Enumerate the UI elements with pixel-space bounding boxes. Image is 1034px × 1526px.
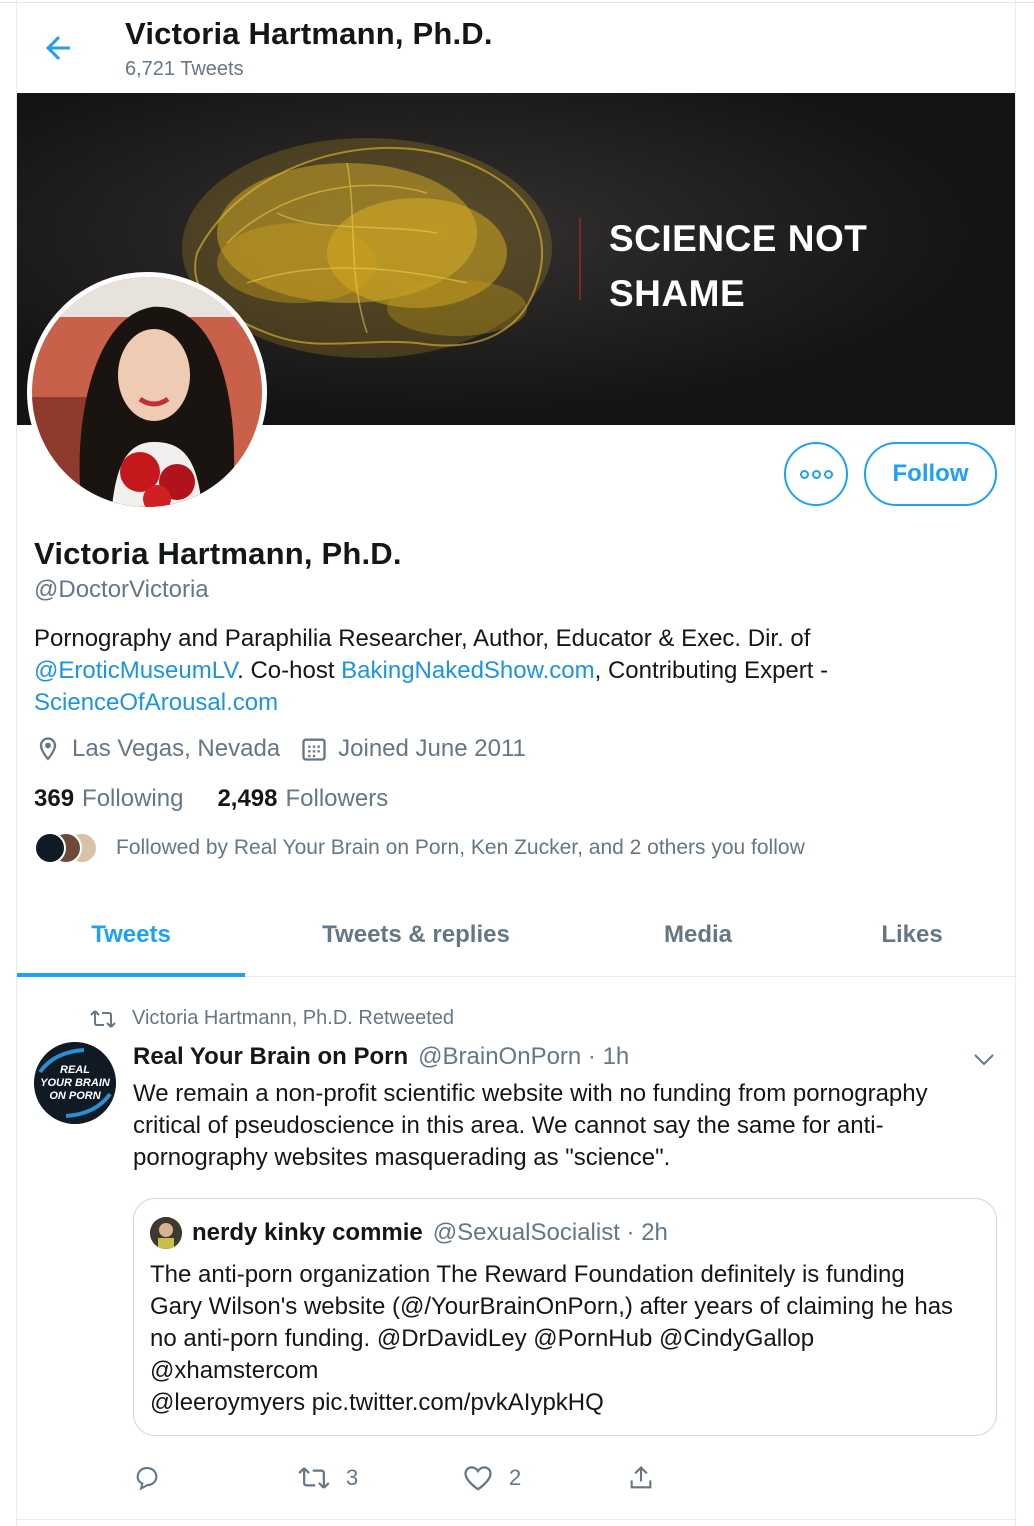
quoted-tweet-header: nerdy kinky commie @SexualSocialist · 2h bbox=[150, 1217, 668, 1249]
bio-link-eroticmuseum[interactable]: @EroticMuseumLV bbox=[34, 657, 237, 684]
avatar-logo-line2: YOUR BRAIN bbox=[40, 1077, 111, 1089]
following-stat[interactable]: 369 Following bbox=[34, 785, 183, 813]
like-count: 2 bbox=[509, 1465, 522, 1490]
retweet-context[interactable]: Victoria Hartmann, Ph.D. Retweeted bbox=[90, 1007, 454, 1030]
location-text: Las Vegas, Nevada bbox=[72, 735, 281, 762]
more-dot-icon bbox=[811, 469, 821, 479]
profile-stats: 369 Following 2,498 Followers bbox=[34, 785, 422, 813]
quoted-tweet-text: The anti-porn organization The Reward Fo… bbox=[150, 1259, 980, 1419]
tweet-actions: 3 2 bbox=[133, 1460, 693, 1496]
back-arrow-icon[interactable] bbox=[40, 30, 80, 66]
followers-stat[interactable]: 2,498 Followers bbox=[217, 785, 388, 813]
more-dot-icon bbox=[799, 469, 809, 479]
tweet-author-meta[interactable]: @BrainOnPorn · 1h bbox=[418, 1043, 629, 1071]
profile-bio: Pornography and Paraphilia Researcher, A… bbox=[34, 623, 994, 719]
more-options-button[interactable] bbox=[784, 442, 848, 506]
quoted-text-line: @leeroymyers pic.twitter.com/pvkAIypkHQ bbox=[150, 1389, 604, 1416]
profile-location: Las Vegas, Nevada bbox=[34, 735, 280, 763]
quoted-author-name: nerdy kinky commie bbox=[192, 1219, 423, 1246]
calendar-icon bbox=[302, 738, 326, 761]
bio-link-scienceofarousal[interactable]: ScienceOfArousal.com bbox=[34, 689, 278, 716]
heart-icon bbox=[464, 1466, 492, 1491]
reply-button[interactable] bbox=[133, 1460, 177, 1496]
retweet-button[interactable]: 3 bbox=[298, 1460, 358, 1496]
tab-tweets-replies[interactable]: Tweets & replies bbox=[245, 894, 587, 976]
tweet-text: We remain a non-profit scientific websit… bbox=[133, 1080, 928, 1171]
tweet-header: Real Your Brain on Porn @BrainOnPorn · 1… bbox=[133, 1043, 629, 1071]
profile-avatar[interactable] bbox=[27, 272, 267, 512]
avatar-logo-line3: ON PORN bbox=[49, 1090, 101, 1102]
tab-likes[interactable]: Likes bbox=[809, 894, 1015, 976]
followed-by[interactable]: Followed by Real Your Brain on Porn, Ken… bbox=[34, 832, 805, 864]
avatar-logo-line1: REAL bbox=[60, 1064, 90, 1076]
profile-joined: Joined June 2011 bbox=[300, 735, 526, 763]
more-dot-icon bbox=[823, 469, 833, 479]
profile-handle: @DoctorVictoria bbox=[34, 576, 209, 603]
like-button[interactable]: 2 bbox=[463, 1460, 521, 1496]
profile-name: Victoria Hartmann, Ph.D. bbox=[34, 536, 402, 571]
header-tweet-count: 6,721 Tweets bbox=[125, 58, 244, 80]
quoted-author-meta: @SexualSocialist · 2h bbox=[432, 1219, 668, 1246]
tab-media[interactable]: Media bbox=[587, 894, 809, 976]
quoted-text-line: Gary Wilson's website (@/YourBrainOnPorn… bbox=[150, 1293, 954, 1320]
retweet-icon bbox=[298, 1467, 330, 1489]
following-label: Following bbox=[82, 785, 184, 812]
quoted-author-avatar bbox=[150, 1217, 182, 1249]
banner-slogan: SCIENCE NOT SHAME bbox=[609, 211, 867, 321]
retweet-icon bbox=[90, 1009, 116, 1028]
chevron-down-icon[interactable] bbox=[972, 1047, 996, 1071]
follower-avatar bbox=[34, 832, 66, 864]
retweet-context-text: Victoria Hartmann, Ph.D. Retweeted bbox=[132, 1007, 455, 1029]
follow-button[interactable]: Follow bbox=[864, 442, 997, 506]
header-title: Victoria Hartmann, Ph.D. bbox=[125, 16, 493, 51]
bio-link-bakingnaked[interactable]: BakingNakedShow.com bbox=[341, 657, 594, 684]
banner-divider bbox=[579, 218, 581, 300]
share-button[interactable] bbox=[627, 1460, 671, 1496]
profile-meta: Las Vegas, Nevada Joined June 2011 bbox=[34, 735, 546, 763]
profile-tabs: Tweets Tweets & replies Media Likes bbox=[17, 894, 1015, 977]
followed-by-text: Followed by Real Your Brain on Porn, Ken… bbox=[116, 836, 805, 859]
share-icon bbox=[630, 1466, 652, 1489]
tweet-divider bbox=[17, 1519, 1015, 1520]
tab-tweets[interactable]: Tweets bbox=[17, 894, 245, 976]
quoted-text-line: @xhamstercom bbox=[150, 1357, 319, 1384]
active-tab-indicator bbox=[17, 973, 245, 977]
joined-text: Joined June 2011 bbox=[338, 735, 526, 762]
followers-label: Followers bbox=[285, 785, 389, 812]
quoted-tweet[interactable]: nerdy kinky commie @SexualSocialist · 2h… bbox=[133, 1198, 997, 1436]
retweet-count: 3 bbox=[346, 1465, 359, 1490]
tweet-author-avatar[interactable]: REAL YOUR BRAIN ON PORN bbox=[34, 1042, 116, 1124]
following-count: 369 bbox=[34, 785, 75, 812]
bio-text: , Contributing Expert - bbox=[594, 657, 829, 684]
banner-slogan-line1: SCIENCE NOT bbox=[609, 218, 868, 259]
followed-by-avatars bbox=[34, 832, 104, 864]
followers-count: 2,498 bbox=[217, 785, 278, 812]
reply-icon bbox=[136, 1467, 158, 1491]
banner-slogan-line2: SHAME bbox=[609, 273, 746, 314]
bio-text: . Co-host bbox=[237, 657, 342, 684]
quoted-text-line: The anti-porn organization The Reward Fo… bbox=[150, 1261, 905, 1288]
bio-text: Pornography and Paraphilia Researcher, A… bbox=[34, 625, 811, 652]
tweet-author-name[interactable]: Real Your Brain on Porn bbox=[133, 1043, 408, 1071]
quoted-text-line: no anti-porn funding. @DrDavidLey @PornH… bbox=[150, 1325, 815, 1352]
location-pin-icon bbox=[39, 737, 57, 761]
